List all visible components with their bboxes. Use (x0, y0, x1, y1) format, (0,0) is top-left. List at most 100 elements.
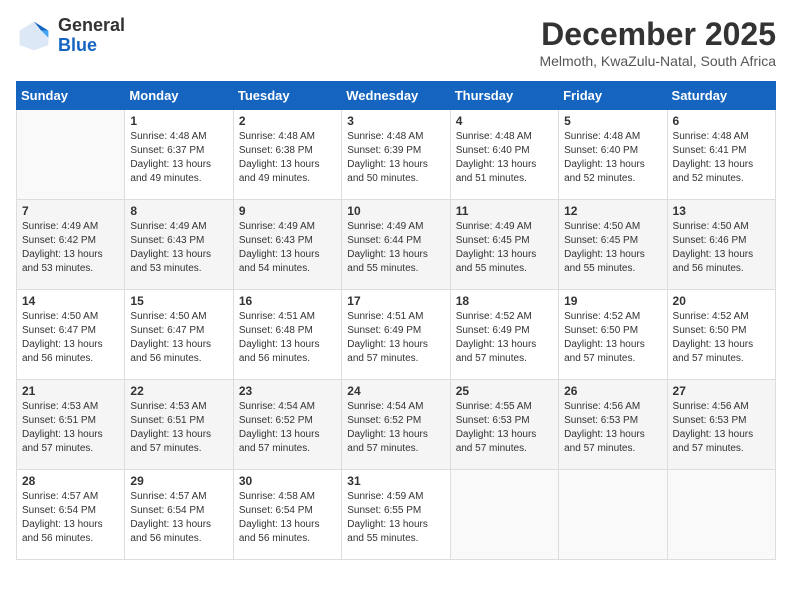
calendar-cell (667, 470, 775, 560)
day-number: 17 (347, 294, 444, 308)
cell-content: Sunrise: 4:52 AMSunset: 6:50 PMDaylight:… (673, 310, 770, 366)
cell-content: Sunrise: 4:48 AMSunset: 6:41 PMDaylight:… (673, 130, 770, 186)
calendar-week-3: 14 Sunrise: 4:50 AMSunset: 6:47 PMDaylig… (17, 290, 776, 380)
calendar-cell: 12 Sunrise: 4:50 AMSunset: 6:45 PMDaylig… (559, 200, 667, 290)
weekday-header-friday: Friday (559, 82, 667, 110)
day-number: 26 (564, 384, 661, 398)
weekday-header-saturday: Saturday (667, 82, 775, 110)
calendar-cell: 25 Sunrise: 4:55 AMSunset: 6:53 PMDaylig… (450, 380, 558, 470)
cell-content: Sunrise: 4:59 AMSunset: 6:55 PMDaylight:… (347, 490, 444, 546)
cell-content: Sunrise: 4:50 AMSunset: 6:47 PMDaylight:… (22, 310, 119, 366)
day-number: 22 (130, 384, 227, 398)
calendar-cell: 24 Sunrise: 4:54 AMSunset: 6:52 PMDaylig… (342, 380, 450, 470)
cell-content: Sunrise: 4:56 AMSunset: 6:53 PMDaylight:… (564, 400, 661, 456)
cell-content: Sunrise: 4:51 AMSunset: 6:48 PMDaylight:… (239, 310, 336, 366)
day-number: 31 (347, 474, 444, 488)
cell-content: Sunrise: 4:49 AMSunset: 6:42 PMDaylight:… (22, 220, 119, 276)
day-number: 27 (673, 384, 770, 398)
day-number: 18 (456, 294, 553, 308)
logo: General Blue (16, 16, 125, 56)
day-number: 9 (239, 204, 336, 218)
calendar-cell: 5 Sunrise: 4:48 AMSunset: 6:40 PMDayligh… (559, 110, 667, 200)
calendar-cell: 31 Sunrise: 4:59 AMSunset: 6:55 PMDaylig… (342, 470, 450, 560)
page-header: General Blue December 2025 Melmoth, KwaZ… (16, 16, 776, 69)
cell-content: Sunrise: 4:53 AMSunset: 6:51 PMDaylight:… (22, 400, 119, 456)
day-number: 3 (347, 114, 444, 128)
day-number: 5 (564, 114, 661, 128)
calendar-cell: 2 Sunrise: 4:48 AMSunset: 6:38 PMDayligh… (233, 110, 341, 200)
calendar-cell: 11 Sunrise: 4:49 AMSunset: 6:45 PMDaylig… (450, 200, 558, 290)
logo-icon (16, 18, 52, 54)
day-number: 15 (130, 294, 227, 308)
location: Melmoth, KwaZulu-Natal, South Africa (539, 53, 776, 69)
cell-content: Sunrise: 4:57 AMSunset: 6:54 PMDaylight:… (130, 490, 227, 546)
calendar-cell: 27 Sunrise: 4:56 AMSunset: 6:53 PMDaylig… (667, 380, 775, 470)
calendar-week-5: 28 Sunrise: 4:57 AMSunset: 6:54 PMDaylig… (17, 470, 776, 560)
calendar-cell: 4 Sunrise: 4:48 AMSunset: 6:40 PMDayligh… (450, 110, 558, 200)
day-number: 12 (564, 204, 661, 218)
calendar-cell: 21 Sunrise: 4:53 AMSunset: 6:51 PMDaylig… (17, 380, 125, 470)
weekday-header-sunday: Sunday (17, 82, 125, 110)
calendar-cell: 1 Sunrise: 4:48 AMSunset: 6:37 PMDayligh… (125, 110, 233, 200)
month-title: December 2025 (539, 16, 776, 53)
cell-content: Sunrise: 4:56 AMSunset: 6:53 PMDaylight:… (673, 400, 770, 456)
calendar-week-1: 1 Sunrise: 4:48 AMSunset: 6:37 PMDayligh… (17, 110, 776, 200)
calendar-cell: 29 Sunrise: 4:57 AMSunset: 6:54 PMDaylig… (125, 470, 233, 560)
calendar-cell: 3 Sunrise: 4:48 AMSunset: 6:39 PMDayligh… (342, 110, 450, 200)
day-number: 11 (456, 204, 553, 218)
cell-content: Sunrise: 4:49 AMSunset: 6:44 PMDaylight:… (347, 220, 444, 276)
calendar-cell (17, 110, 125, 200)
cell-content: Sunrise: 4:48 AMSunset: 6:38 PMDaylight:… (239, 130, 336, 186)
logo-general: General (58, 15, 125, 35)
day-number: 13 (673, 204, 770, 218)
calendar-cell: 17 Sunrise: 4:51 AMSunset: 6:49 PMDaylig… (342, 290, 450, 380)
calendar-cell: 8 Sunrise: 4:49 AMSunset: 6:43 PMDayligh… (125, 200, 233, 290)
calendar-week-2: 7 Sunrise: 4:49 AMSunset: 6:42 PMDayligh… (17, 200, 776, 290)
calendar: SundayMondayTuesdayWednesdayThursdayFrid… (16, 81, 776, 560)
day-number: 29 (130, 474, 227, 488)
calendar-cell: 16 Sunrise: 4:51 AMSunset: 6:48 PMDaylig… (233, 290, 341, 380)
day-number: 25 (456, 384, 553, 398)
calendar-cell: 19 Sunrise: 4:52 AMSunset: 6:50 PMDaylig… (559, 290, 667, 380)
day-number: 2 (239, 114, 336, 128)
calendar-header-row: SundayMondayTuesdayWednesdayThursdayFrid… (17, 82, 776, 110)
day-number: 1 (130, 114, 227, 128)
cell-content: Sunrise: 4:55 AMSunset: 6:53 PMDaylight:… (456, 400, 553, 456)
calendar-cell: 6 Sunrise: 4:48 AMSunset: 6:41 PMDayligh… (667, 110, 775, 200)
calendar-cell: 14 Sunrise: 4:50 AMSunset: 6:47 PMDaylig… (17, 290, 125, 380)
cell-content: Sunrise: 4:54 AMSunset: 6:52 PMDaylight:… (239, 400, 336, 456)
day-number: 19 (564, 294, 661, 308)
logo-blue: Blue (58, 35, 97, 55)
calendar-cell: 15 Sunrise: 4:50 AMSunset: 6:47 PMDaylig… (125, 290, 233, 380)
cell-content: Sunrise: 4:50 AMSunset: 6:47 PMDaylight:… (130, 310, 227, 366)
cell-content: Sunrise: 4:49 AMSunset: 6:43 PMDaylight:… (130, 220, 227, 276)
calendar-cell: 10 Sunrise: 4:49 AMSunset: 6:44 PMDaylig… (342, 200, 450, 290)
cell-content: Sunrise: 4:48 AMSunset: 6:40 PMDaylight:… (456, 130, 553, 186)
day-number: 23 (239, 384, 336, 398)
day-number: 14 (22, 294, 119, 308)
day-number: 28 (22, 474, 119, 488)
cell-content: Sunrise: 4:54 AMSunset: 6:52 PMDaylight:… (347, 400, 444, 456)
day-number: 16 (239, 294, 336, 308)
day-number: 8 (130, 204, 227, 218)
calendar-cell: 28 Sunrise: 4:57 AMSunset: 6:54 PMDaylig… (17, 470, 125, 560)
cell-content: Sunrise: 4:48 AMSunset: 6:40 PMDaylight:… (564, 130, 661, 186)
day-number: 24 (347, 384, 444, 398)
weekday-header-monday: Monday (125, 82, 233, 110)
calendar-cell (450, 470, 558, 560)
cell-content: Sunrise: 4:50 AMSunset: 6:46 PMDaylight:… (673, 220, 770, 276)
calendar-cell: 7 Sunrise: 4:49 AMSunset: 6:42 PMDayligh… (17, 200, 125, 290)
cell-content: Sunrise: 4:58 AMSunset: 6:54 PMDaylight:… (239, 490, 336, 546)
cell-content: Sunrise: 4:57 AMSunset: 6:54 PMDaylight:… (22, 490, 119, 546)
day-number: 21 (22, 384, 119, 398)
calendar-week-4: 21 Sunrise: 4:53 AMSunset: 6:51 PMDaylig… (17, 380, 776, 470)
cell-content: Sunrise: 4:52 AMSunset: 6:50 PMDaylight:… (564, 310, 661, 366)
title-block: December 2025 Melmoth, KwaZulu-Natal, So… (539, 16, 776, 69)
day-number: 30 (239, 474, 336, 488)
day-number: 20 (673, 294, 770, 308)
cell-content: Sunrise: 4:48 AMSunset: 6:37 PMDaylight:… (130, 130, 227, 186)
cell-content: Sunrise: 4:49 AMSunset: 6:45 PMDaylight:… (456, 220, 553, 276)
calendar-cell: 9 Sunrise: 4:49 AMSunset: 6:43 PMDayligh… (233, 200, 341, 290)
weekday-header-tuesday: Tuesday (233, 82, 341, 110)
cell-content: Sunrise: 4:49 AMSunset: 6:43 PMDaylight:… (239, 220, 336, 276)
